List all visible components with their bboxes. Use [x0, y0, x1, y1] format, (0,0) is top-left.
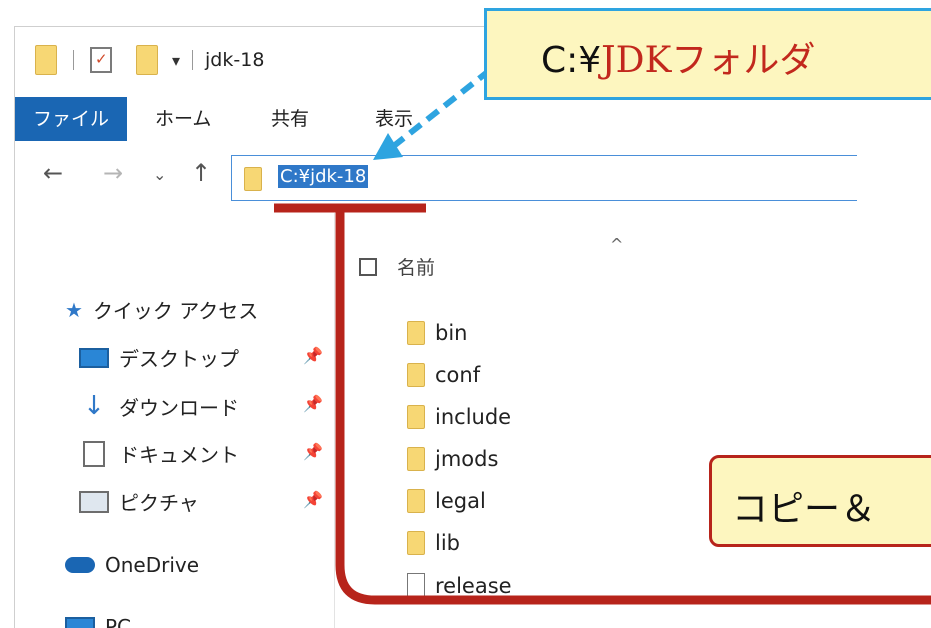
- pin-icon[interactable]: 📌: [303, 490, 323, 509]
- file-name: include: [435, 405, 512, 429]
- back-arrow-icon[interactable]: ←: [43, 159, 63, 187]
- toolbar-separator: [73, 50, 74, 70]
- list-item[interactable]: legal: [407, 489, 486, 513]
- list-item[interactable]: bin: [407, 321, 467, 345]
- sidebar-item-documents[interactable]: ドキュメント: [79, 439, 239, 468]
- folder-icon: [407, 531, 425, 555]
- folder-icon: [407, 363, 425, 387]
- list-item[interactable]: conf: [407, 363, 480, 387]
- desktop-icon: [79, 347, 109, 368]
- forward-arrow-icon[interactable]: →: [103, 159, 123, 187]
- ribbon-tabs: ファイル ホーム 共有 表示: [15, 97, 857, 141]
- documents-icon: [83, 440, 105, 467]
- properties-icon[interactable]: [90, 47, 112, 73]
- address-text[interactable]: C:¥jdk-18: [278, 165, 369, 188]
- tab-home[interactable]: ホーム: [155, 97, 211, 141]
- sidebar-item-label: ピクチャ: [119, 491, 199, 515]
- sidebar-item-label: PC: [105, 615, 132, 628]
- sidebar-item-label: OneDrive: [105, 553, 200, 577]
- folder-icon: [35, 45, 57, 75]
- column-header-name[interactable]: 名前: [359, 253, 435, 280]
- list-item[interactable]: include: [407, 405, 511, 429]
- callout-prefix: C:¥: [541, 40, 602, 81]
- recent-locations-chevron-icon[interactable]: ⌄: [153, 165, 166, 184]
- sidebar-item-pc[interactable]: PC: [65, 615, 131, 628]
- pin-icon[interactable]: 📌: [303, 394, 323, 413]
- sort-ascending-icon: ^: [610, 235, 624, 254]
- file-name: bin: [435, 321, 468, 345]
- sidebar-item-downloads[interactable]: ↓ ダウンロード: [79, 391, 239, 421]
- sidebar-item-onedrive[interactable]: OneDrive: [65, 553, 199, 577]
- new-folder-icon[interactable]: [136, 45, 158, 75]
- address-bar[interactable]: C:¥jdk-18: [231, 155, 857, 201]
- callout-jdk-folder: C:¥JDKフォルダ: [484, 8, 931, 100]
- callout-jdk-folder-text: C:¥JDKフォルダ: [541, 31, 815, 83]
- select-all-checkbox[interactable]: [359, 257, 377, 276]
- pin-icon[interactable]: 📌: [303, 346, 323, 365]
- list-item[interactable]: release: [407, 573, 512, 599]
- callout-copy-paste: コピー＆: [709, 455, 931, 547]
- sidebar-item-pictures[interactable]: ピクチャ: [79, 487, 199, 516]
- file-name: release: [435, 574, 512, 598]
- folder-icon: [407, 489, 425, 513]
- folder-icon: [407, 447, 425, 471]
- download-icon: ↓: [83, 391, 105, 421]
- file-name: legal: [435, 489, 486, 513]
- navigation-pane: ★ クイック アクセス デスクトップ 📌 ↓ ダウンロード 📌 ドキュメント 📌…: [15, 213, 335, 628]
- sidebar-item-quick-access[interactable]: ★ クイック アクセス: [65, 295, 258, 324]
- sidebar-item-label: ダウンロード: [119, 395, 239, 420]
- file-name: jmods: [435, 447, 499, 471]
- folder-icon: [407, 321, 425, 345]
- file-icon: [407, 573, 425, 599]
- tab-view[interactable]: 表示: [375, 97, 413, 141]
- pin-icon[interactable]: 📌: [303, 442, 323, 461]
- cloud-icon: [65, 557, 95, 573]
- sidebar-item-label: クイック アクセス: [92, 299, 259, 323]
- callout-highlight: JDKフォルダ: [601, 40, 816, 81]
- window-title: jdk-18: [205, 49, 265, 71]
- sidebar-item-desktop[interactable]: デスクトップ: [79, 343, 239, 372]
- toolbar-separator: [192, 50, 194, 70]
- file-list: ^ 名前 bin conf include jmods legal lib re…: [335, 213, 857, 628]
- customize-toolbar-dropdown-icon[interactable]: ▾: [172, 51, 180, 70]
- callout-copy-paste-text: コピー＆: [732, 489, 877, 530]
- tab-file[interactable]: ファイル: [15, 97, 127, 141]
- file-name: lib: [435, 531, 460, 555]
- pictures-icon: [79, 490, 109, 513]
- sidebar-item-label: ドキュメント: [119, 443, 239, 467]
- folder-icon: [407, 405, 425, 429]
- quick-access-toolbar: ▾ jdk-18: [35, 27, 264, 93]
- star-icon: ★: [65, 297, 83, 322]
- up-arrow-icon[interactable]: ↑: [191, 159, 211, 187]
- list-item[interactable]: jmods: [407, 447, 498, 471]
- file-name: conf: [435, 363, 481, 387]
- sidebar-item-label: デスクトップ: [119, 347, 239, 371]
- list-item[interactable]: lib: [407, 531, 460, 555]
- column-header-label: 名前: [397, 257, 436, 279]
- folder-icon: [244, 167, 262, 191]
- tab-share[interactable]: 共有: [271, 97, 309, 141]
- navigation-bar: ← → ⌄ ↑ C:¥jdk-18: [15, 145, 857, 213]
- pc-icon: [65, 617, 95, 628]
